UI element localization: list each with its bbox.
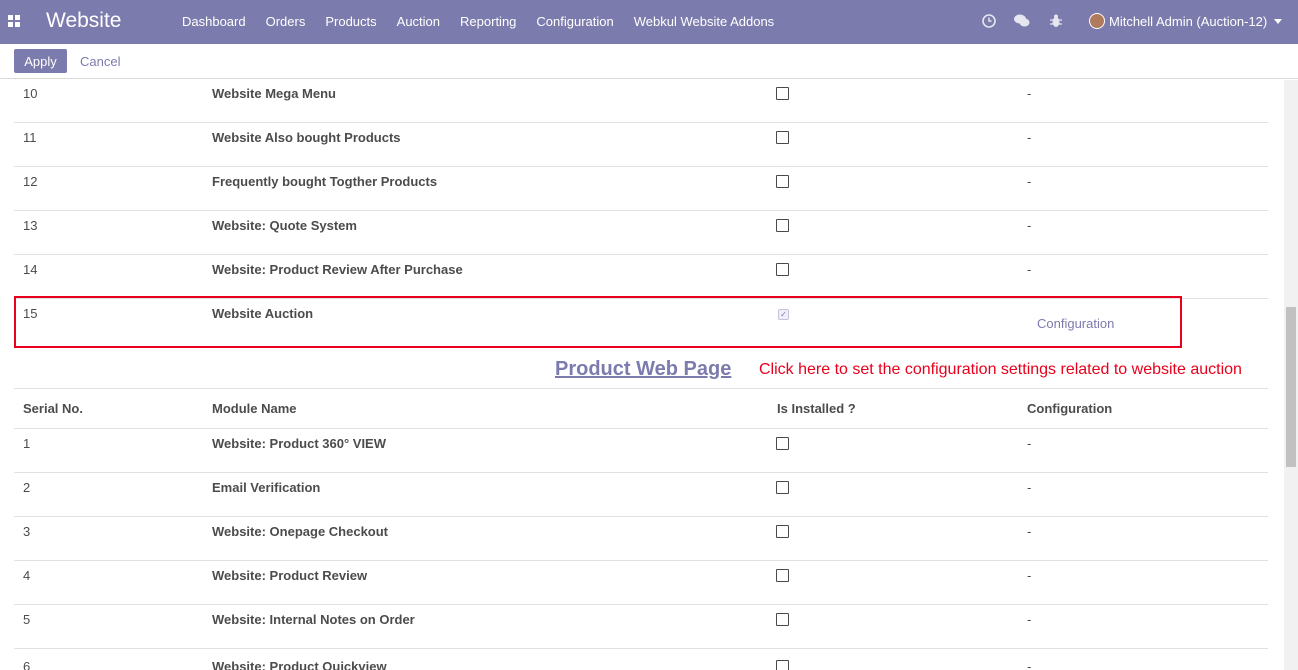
serial-cell: 1 — [23, 436, 31, 451]
installed-checkbox[interactable] — [776, 437, 789, 450]
config-cell: - — [1027, 480, 1032, 495]
table-row: 4 Website: Product Review - — [14, 561, 1268, 605]
config-cell: - — [1027, 568, 1032, 583]
config-cell: - — [1027, 262, 1032, 277]
config-cell: - — [1027, 612, 1032, 627]
table-row: 1 Website: Product 360° VIEW - — [14, 429, 1268, 473]
menu-item-products[interactable]: Products — [325, 14, 376, 29]
serial-cell: 2 — [23, 480, 31, 495]
config-cell: - — [1027, 436, 1032, 451]
serial-cell: 4 — [23, 568, 31, 583]
table-row: 12 Frequently bought Togther Products - — [14, 167, 1268, 211]
config-cell: - — [1027, 86, 1032, 101]
config-cell: - — [1027, 524, 1032, 539]
installed-checkbox[interactable] — [776, 525, 789, 538]
table-row: 2 Email Verification - — [14, 473, 1268, 517]
table-row: 11 Website Also bought Products - — [14, 123, 1268, 167]
header-configuration: Configuration — [1027, 401, 1113, 416]
header-is-installed: Is Installed ? — [777, 401, 856, 416]
bug-icon[interactable] — [1050, 14, 1062, 28]
installed-checkbox[interactable] — [776, 131, 789, 144]
header-module-name: Module Name — [212, 401, 297, 416]
section-title[interactable]: Product Web Page — [555, 358, 731, 381]
annotation-text: Click here to set the configuration sett… — [759, 361, 1242, 378]
highlight-box — [14, 296, 1182, 348]
table-row: 10 Website Mega Menu - — [14, 80, 1268, 123]
table-header: Serial No. Module Name Is Installed ? Co… — [14, 388, 1268, 429]
module-name-cell: Website: Product 360° VIEW — [212, 436, 386, 451]
serial-cell: 12 — [23, 174, 38, 189]
vertical-scrollbar[interactable] — [1284, 80, 1298, 670]
table-row: 13 Website: Quote System - — [14, 211, 1268, 255]
table-row: 6 Website: Product Quickview - — [14, 649, 1268, 670]
installed-checkbox[interactable] — [776, 219, 789, 232]
module-name-cell: Website Also bought Products — [212, 130, 401, 145]
module-name-cell: Website Mega Menu — [212, 86, 337, 101]
installed-checkbox[interactable] — [776, 660, 789, 670]
chat-icon[interactable] — [1014, 14, 1030, 28]
table-row: 14 Website: Product Review After Purchas… — [14, 255, 1268, 299]
apply-button[interactable]: Apply — [14, 49, 67, 73]
user-name: Mitchell Admin (Auction-12) — [1109, 13, 1268, 29]
clock-icon[interactable] — [982, 14, 996, 28]
table-row: 5 Website: Internal Notes on Order - — [14, 605, 1268, 649]
config-cell: - — [1027, 659, 1032, 670]
module-name-cell: Website: Product Quickview — [212, 659, 387, 670]
top-navbar: Website Dashboard Orders Products Auctio… — [0, 0, 1298, 44]
module-name-cell: Website: Product Review After Purchase — [212, 262, 463, 277]
menu-item-orders[interactable]: Orders — [266, 14, 306, 29]
app-title: Website — [46, 9, 122, 32]
header-serial: Serial No. — [23, 401, 83, 416]
serial-cell: 6 — [23, 659, 31, 670]
menu-item-reporting[interactable]: Reporting — [460, 14, 516, 29]
installed-checkbox[interactable] — [776, 87, 789, 100]
module-name-cell: Website: Internal Notes on Order — [212, 612, 415, 627]
main-menu: Dashboard Orders Products Auction Report… — [182, 14, 794, 29]
serial-cell: 10 — [23, 86, 38, 101]
apps-icon[interactable] — [8, 15, 20, 27]
serial-cell: 11 — [23, 130, 37, 145]
menu-item-configuration[interactable]: Configuration — [536, 14, 613, 29]
user-menu[interactable]: Mitchell Admin (Auction-12) — [1089, 13, 1283, 29]
control-panel: Apply Cancel — [0, 44, 1298, 79]
avatar — [1089, 13, 1105, 29]
module-name-cell: Frequently bought Togther Products — [212, 174, 438, 189]
installed-checkbox[interactable] — [776, 481, 789, 494]
serial-cell: 14 — [23, 262, 38, 277]
menu-item-webkul-addons[interactable]: Webkul Website Addons — [634, 14, 774, 29]
installed-checkbox[interactable] — [776, 569, 789, 582]
cancel-button[interactable]: Cancel — [80, 54, 120, 69]
installed-checkbox[interactable] — [776, 175, 789, 188]
scrollbar-thumb[interactable] — [1286, 307, 1296, 467]
menu-item-dashboard[interactable]: Dashboard — [182, 14, 246, 29]
installed-checkbox[interactable] — [776, 613, 789, 626]
menu-item-auction[interactable]: Auction — [397, 14, 440, 29]
config-cell: - — [1027, 218, 1032, 233]
serial-cell: 3 — [23, 524, 31, 539]
module-name-cell: Email Verification — [212, 480, 321, 495]
content-area: 10 Website Mega Menu - 11 Website Also b… — [0, 80, 1284, 670]
serial-cell: 13 — [23, 218, 38, 233]
config-cell: - — [1027, 174, 1032, 189]
config-cell: - — [1027, 130, 1032, 145]
chevron-down-icon — [1274, 18, 1283, 24]
module-name-cell: Website: Product Review — [212, 568, 368, 583]
table-row: 3 Website: Onepage Checkout - — [14, 517, 1268, 561]
serial-cell: 5 — [23, 612, 31, 627]
installed-checkbox[interactable] — [776, 263, 789, 276]
module-name-cell: Website: Onepage Checkout — [212, 524, 389, 539]
module-name-cell: Website: Quote System — [212, 218, 357, 233]
